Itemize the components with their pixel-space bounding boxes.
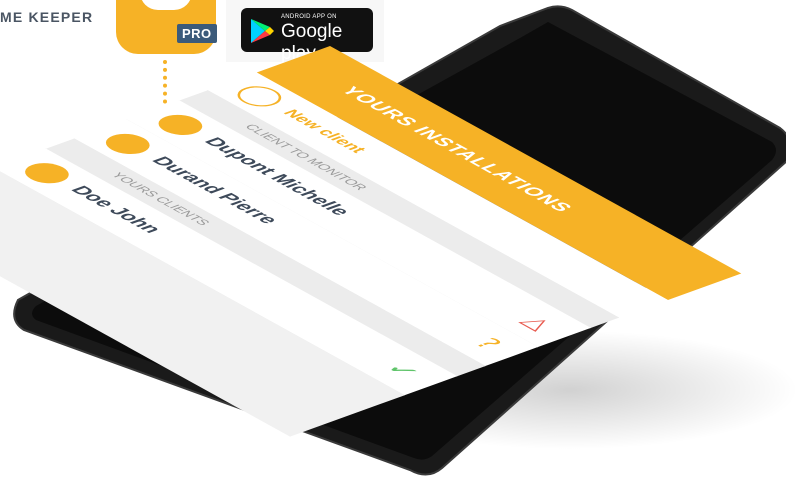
home-icon[interactable]: ⌂ bbox=[0, 184, 4, 199]
check-icon: ✓ bbox=[377, 359, 429, 382]
avatar-icon bbox=[16, 159, 78, 188]
question-icon[interactable]: ? bbox=[467, 335, 507, 352]
avatar-icon bbox=[149, 110, 212, 139]
avatar-icon bbox=[96, 129, 159, 158]
warning-icon[interactable]: △ bbox=[514, 313, 560, 333]
